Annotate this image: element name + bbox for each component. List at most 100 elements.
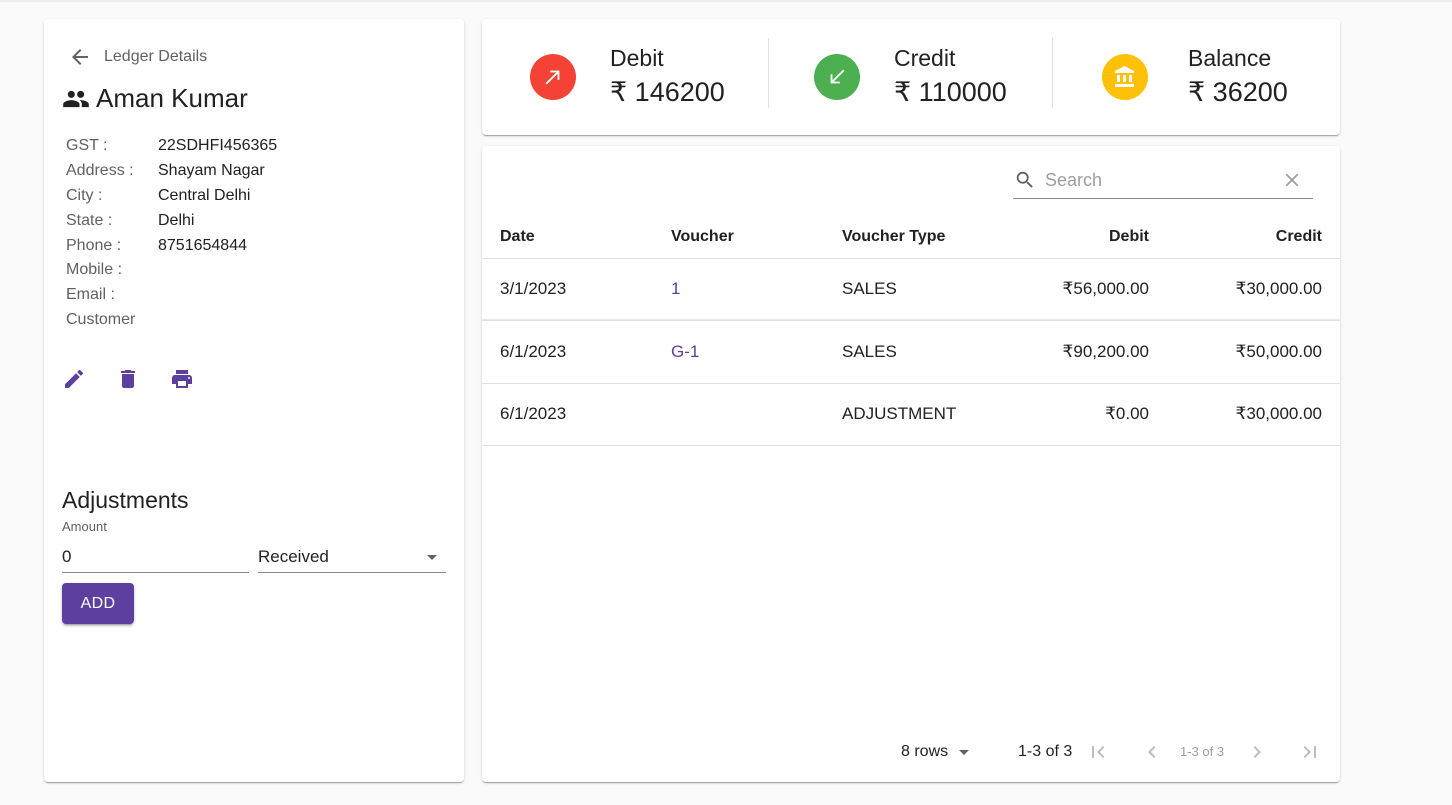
cell-date: 6/1/2023 xyxy=(482,320,653,384)
detail-label: State : xyxy=(66,211,113,229)
debit-total: ₹ 146200 xyxy=(610,77,725,107)
cell-voucher-type: SALES xyxy=(824,258,995,321)
detail-value: Delhi xyxy=(158,211,195,229)
back-nav[interactable]: Ledger Details xyxy=(68,45,207,69)
detail-label: Phone : xyxy=(66,236,122,254)
debit-stat-text: Debit ₹ 146200 xyxy=(610,43,725,111)
arrow-up-right-icon xyxy=(530,54,576,100)
credit-stat-text: Credit ₹ 110000 xyxy=(894,43,1007,111)
cell-voucher xyxy=(653,383,824,446)
amount-input[interactable] xyxy=(62,541,249,573)
balance-total: ₹ 36200 xyxy=(1188,77,1288,107)
cell-debit: ₹56,000.00 xyxy=(995,258,1167,321)
detail-value: 8751654844 xyxy=(158,236,247,254)
column-header-debit[interactable]: Debit xyxy=(995,216,1167,259)
table-pagination: 8 rows 1-3 of 3 1-3 of 3 xyxy=(482,734,1340,770)
credit-total: ₹ 110000 xyxy=(894,77,1007,107)
cell-debit: ₹0.00 xyxy=(995,383,1167,446)
cell-voucher-type: ADJUSTMENT xyxy=(824,383,995,446)
adjustments-title: Adjustments xyxy=(62,487,189,513)
detail-value: Shayam Nagar xyxy=(158,162,265,180)
edit-icon[interactable] xyxy=(62,367,86,391)
voucher-link[interactable]: G-1 xyxy=(671,342,699,361)
detail-label: GST : xyxy=(66,137,108,155)
ledger-name-row: Aman Kumar xyxy=(62,83,248,114)
credit-label: Credit xyxy=(894,45,956,71)
detail-label: Email : xyxy=(66,286,115,304)
cell-credit: ₹30,000.00 xyxy=(1167,383,1340,446)
column-header-voucher[interactable]: Voucher xyxy=(653,216,824,259)
cell-voucher: G-1 xyxy=(653,320,824,384)
cell-date: 6/1/2023 xyxy=(482,383,653,446)
cell-debit: ₹90,200.00 xyxy=(995,320,1167,384)
search-icon xyxy=(1014,169,1036,191)
ledger-category: Customer xyxy=(66,310,136,328)
detail-label: City : xyxy=(66,186,103,204)
delete-icon[interactable] xyxy=(116,367,140,391)
table-header-row: Date Voucher Voucher Type Debit Credit xyxy=(482,216,1340,259)
pagination-range: 1-3 of 3 xyxy=(1018,743,1073,760)
amount-label: Amount xyxy=(62,519,107,534)
print-icon[interactable] xyxy=(170,367,194,391)
last-page-icon[interactable] xyxy=(1298,740,1322,764)
search-field[interactable] xyxy=(1013,162,1313,199)
next-page-icon[interactable] xyxy=(1245,740,1269,764)
table-row[interactable]: 3/1/2023 1 SALES ₹56,000.00 ₹30,000.00 xyxy=(482,258,1340,321)
ledger-table-card: Date Voucher Voucher Type Debit Credit 3… xyxy=(482,146,1340,782)
detail-label: Address : xyxy=(66,162,134,180)
arrow-drop-down-icon xyxy=(420,545,444,569)
first-page-icon[interactable] xyxy=(1086,740,1110,764)
stat-divider xyxy=(1052,38,1053,108)
ledger-details-list: GST : 22SDHFI456365 Address : Shayam Nag… xyxy=(66,134,277,332)
arrow-drop-down-icon xyxy=(952,740,976,764)
detail-gst: GST : 22SDHFI456365 xyxy=(66,134,277,159)
pagination-range-mini: 1-3 of 3 xyxy=(1180,744,1225,759)
cell-credit: ₹30,000.00 xyxy=(1167,258,1340,321)
balance-label: Balance xyxy=(1188,45,1272,71)
ledger-details-card: Ledger Details Aman Kumar GST : 22SDHFI4… xyxy=(44,19,464,782)
cell-voucher: 1 xyxy=(653,258,824,321)
close-icon[interactable] xyxy=(1281,169,1303,191)
top-divider xyxy=(0,0,1452,2)
detail-value: Central Delhi xyxy=(158,186,251,204)
detail-label: Mobile : xyxy=(66,261,123,279)
search-input[interactable] xyxy=(1045,169,1281,191)
detail-value: 22SDHFI456365 xyxy=(158,137,278,155)
column-header-voucher-type[interactable]: Voucher Type xyxy=(824,216,995,259)
bank-icon xyxy=(1102,54,1148,100)
adjustment-type-value: Received xyxy=(258,546,329,566)
cell-credit: ₹50,000.00 xyxy=(1167,320,1340,384)
column-header-date[interactable]: Date xyxy=(482,216,653,259)
previous-page-icon[interactable] xyxy=(1140,740,1164,764)
detail-phone: Phone : 8751654844 xyxy=(66,233,277,258)
add-adjustment-button[interactable]: ADD xyxy=(62,583,134,624)
arrow-back-icon[interactable] xyxy=(68,45,92,69)
detail-mobile: Mobile : xyxy=(66,258,277,283)
table-row[interactable]: 6/1/2023 G-1 SALES ₹90,200.00 ₹50,000.00 xyxy=(482,320,1340,384)
debit-stat: Debit ₹ 146200 xyxy=(530,19,725,135)
table-row[interactable]: 6/1/2023 ADJUSTMENT ₹0.00 ₹30,000.00 xyxy=(482,383,1340,446)
people-icon xyxy=(62,85,90,113)
ledger-table: Date Voucher Voucher Type Debit Credit 3… xyxy=(482,216,1340,446)
credit-stat: Credit ₹ 110000 xyxy=(814,19,1007,135)
cell-voucher-type: SALES xyxy=(824,320,995,384)
detail-email: Email : xyxy=(66,283,277,308)
column-header-credit[interactable]: Credit xyxy=(1167,216,1340,259)
cell-date: 3/1/2023 xyxy=(482,258,653,321)
detail-city: City : Central Delhi xyxy=(66,184,277,209)
rows-per-page-select[interactable]: 8 rows xyxy=(901,740,976,764)
detail-address: Address : Shayam Nagar xyxy=(66,159,277,184)
stat-divider xyxy=(768,38,769,108)
ledger-actions xyxy=(62,367,194,391)
ledger-name: Aman Kumar xyxy=(96,83,248,113)
summary-card: Debit ₹ 146200 Credit ₹ 110000 Balance ₹… xyxy=(482,19,1340,135)
arrow-down-left-icon xyxy=(814,54,860,100)
back-label[interactable]: Ledger Details xyxy=(104,48,207,66)
rows-per-page-value: 8 rows xyxy=(901,743,949,760)
balance-stat: Balance ₹ 36200 xyxy=(1102,19,1288,135)
adjustment-type-select[interactable]: Received xyxy=(258,541,446,573)
debit-label: Debit xyxy=(610,45,664,71)
voucher-link[interactable]: 1 xyxy=(671,279,680,298)
balance-stat-text: Balance ₹ 36200 xyxy=(1188,43,1288,111)
detail-state: State : Delhi xyxy=(66,208,277,233)
